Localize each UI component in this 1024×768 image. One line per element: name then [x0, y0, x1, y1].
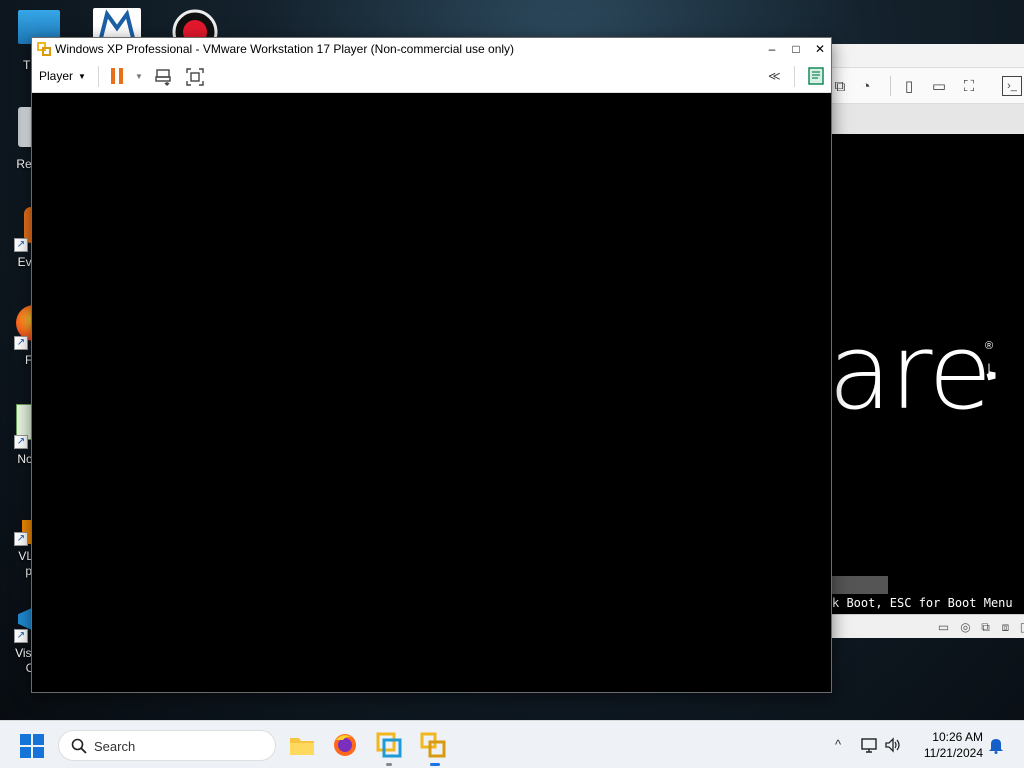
pause-bar-right — [119, 68, 123, 84]
usb-icon[interactable]: ⧈ — [998, 620, 1013, 634]
file-explorer-icon[interactable] — [287, 730, 317, 760]
vmware-player-window[interactable]: Windows XP Professional - VMware Worksta… — [31, 37, 832, 693]
clock-date[interactable]: 11/21/2024 — [905, 746, 983, 760]
taskbar: Search ^ 10:26 AM 11/21/2024 — [0, 720, 1024, 768]
pause-bar-left — [111, 68, 115, 84]
collapse-toolbar-button[interactable]: ≪ — [768, 69, 781, 83]
show-hidden-icons-button[interactable]: ^ — [830, 737, 846, 753]
windows-logo-icon — [20, 734, 31, 745]
notification-bell-icon[interactable] — [988, 736, 1004, 754]
vmware-player-app-icon — [37, 42, 51, 56]
vmware-player-icon[interactable] — [418, 730, 448, 760]
minimize-button[interactable]: – — [760, 38, 784, 60]
shortcut-arrow-icon: ↗ — [14, 532, 28, 546]
pause-button[interactable] — [111, 68, 125, 84]
chevron-down-icon: ▼ — [78, 72, 86, 81]
enter-full-screen-icon[interactable] — [185, 67, 205, 87]
bios-progress-bar — [832, 576, 888, 594]
firefox-icon[interactable] — [330, 730, 360, 760]
toolbar-divider — [98, 66, 99, 87]
send-ctrl-alt-del-icon[interactable] — [155, 68, 173, 86]
toolbar-divider — [794, 66, 795, 87]
power-options-dropdown-icon[interactable]: ▼ — [135, 72, 143, 81]
background-window-tabbar — [826, 104, 1024, 134]
background-window-titlebar[interactable] — [826, 44, 1024, 68]
vmware-brand-text: are — [832, 311, 992, 433]
unity-notes-icon[interactable] — [807, 67, 825, 85]
search-placeholder: Search — [94, 739, 136, 754]
mouse-pointer-icon — [985, 362, 997, 382]
windows-logo-icon — [33, 747, 44, 758]
background-vmware-window[interactable]: ⧉ ◔ ▯ ▭ ⛶ ›_ are ® k Boot, ESC for Boot … — [826, 44, 1024, 638]
shortcut-arrow-icon: ↗ — [14, 238, 28, 252]
cd-drive-icon[interactable]: ◎ — [958, 620, 973, 634]
maximize-button[interactable]: □ — [784, 38, 808, 60]
windows-logo-icon — [33, 734, 44, 745]
background-window-statusbar: ▭ ◎ ⧉ ⧈ ◨ — [832, 614, 1024, 638]
close-button[interactable]: ✕ — [808, 38, 832, 60]
player-toolbar: Player ▼ ▼ ≪ — [32, 60, 831, 93]
hard-disk-icon[interactable]: ▭ — [936, 620, 951, 634]
toolbar-divider — [890, 76, 891, 96]
library-view-icon[interactable]: ▯ — [899, 76, 919, 96]
window-title: Windows XP Professional - VMware Worksta… — [55, 42, 515, 56]
thumbnail-view-icon[interactable]: ▭ — [929, 76, 949, 96]
network-icon[interactable]: ⧉ — [978, 620, 993, 634]
running-indicator — [386, 763, 392, 766]
background-vm-screen[interactable]: are ® k Boot, ESC for Boot Menu — [832, 134, 1024, 614]
shortcut-arrow-icon: ↗ — [14, 336, 28, 350]
volume-icon[interactable] — [884, 736, 902, 754]
taskbar-search-box[interactable]: Search — [58, 730, 276, 761]
console-view-icon[interactable]: ›_ — [1002, 76, 1022, 96]
window-titlebar[interactable]: Windows XP Professional - VMware Worksta… — [32, 38, 831, 60]
background-window-toolbar: ⧉ ◔ ▯ ▭ ⛶ ›_ — [826, 68, 1024, 104]
registered-mark: ® — [985, 340, 994, 352]
shortcut-arrow-icon: ↗ — [14, 435, 28, 449]
full-screen-icon[interactable]: ⛶ — [959, 76, 979, 96]
revert-snapshot-icon[interactable]: ◔ — [856, 76, 876, 96]
vm-console-screen[interactable] — [32, 93, 831, 692]
running-indicator — [430, 763, 440, 766]
search-icon — [71, 738, 87, 754]
player-menu-button[interactable]: Player ▼ — [39, 69, 86, 83]
system-tray — [860, 735, 902, 755]
network-icon[interactable] — [860, 736, 878, 754]
snapshot-icon[interactable]: ⧉ — [830, 76, 850, 96]
bios-boot-text: k Boot, ESC for Boot Menu — [832, 596, 1013, 610]
vmware-workstation-icon[interactable] — [374, 730, 404, 760]
clock-time[interactable]: 10:26 AM — [905, 730, 983, 744]
player-menu-label: Player — [39, 69, 74, 83]
shortcut-arrow-icon: ↗ — [14, 629, 28, 643]
start-button[interactable] — [20, 734, 44, 758]
windows-logo-icon — [20, 747, 31, 758]
sound-device-icon[interactable]: ◨ — [1018, 620, 1024, 634]
